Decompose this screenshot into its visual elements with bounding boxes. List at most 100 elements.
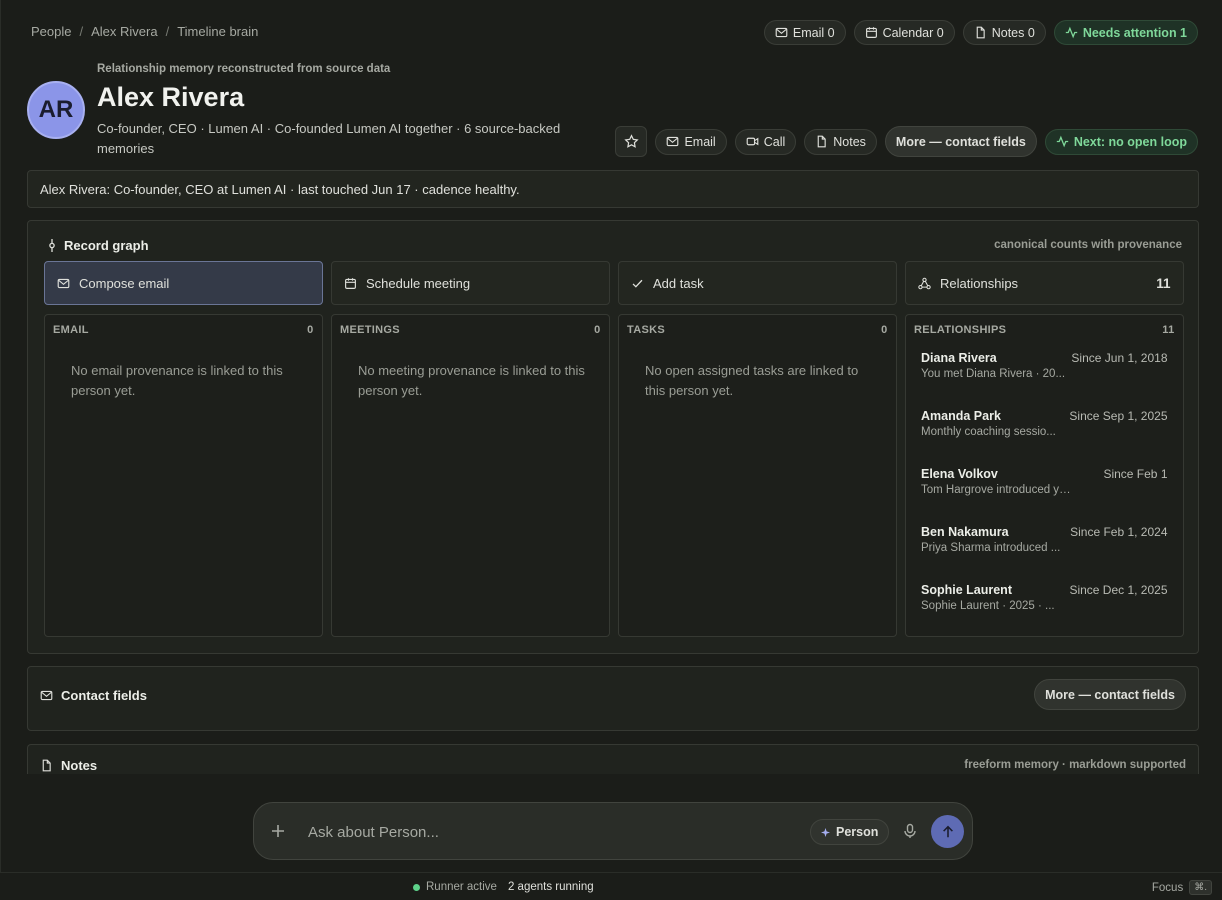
send-button[interactable]	[931, 815, 964, 848]
meetings-column-count: 0	[594, 324, 601, 336]
notes-title: Notes	[40, 758, 97, 773]
relationship-name: Sophie Laurent	[921, 583, 1012, 597]
meetings-column: MEETINGS 0 No meeting provenance is link…	[331, 314, 610, 637]
needs-attention-chip[interactable]: Needs attention 1	[1053, 20, 1198, 45]
relationship-description: Sophie Laurent · 2025 · ...	[921, 600, 1055, 612]
compose-email-label: Compose email	[79, 275, 170, 291]
schedule-meeting-label: Schedule meeting	[366, 275, 471, 291]
page-title: Alex Rivera	[97, 82, 245, 112]
video-icon	[746, 135, 759, 148]
next-action-label: Next: no open loop	[1073, 134, 1187, 149]
app-window: People / Alex Rivera / Timeline brain Em…	[0, 0, 1222, 872]
breadcrumb: People / Alex Rivera / Timeline brain	[31, 24, 258, 39]
status-bar: Runner active 2 agents running Focus ⌘.	[0, 872, 1222, 900]
breadcrumb-separator: /	[165, 24, 170, 39]
favorite-button[interactable]	[615, 126, 648, 157]
relationship-item[interactable]: Amanda Park Since Sep 1, 2025 Monthly co…	[921, 409, 1168, 467]
email-column: EMAIL 0 No email provenance is linked to…	[44, 314, 323, 637]
header-actions: Email Call Notes More — contact fields N…	[615, 126, 1198, 157]
notes-button-label: Notes	[833, 134, 866, 149]
mail-icon	[775, 26, 788, 39]
notes-count-label: Notes 0	[991, 25, 1035, 40]
relationship-description: You met Diana Rivera · 20...	[921, 368, 1066, 380]
contact-fields-section: Contact fields More — contact fields	[27, 666, 1199, 731]
scope-person-label: Person	[836, 825, 879, 839]
agents-running-label: 2 agents running	[507, 881, 594, 893]
calendar-icon	[344, 277, 357, 290]
activity-icon	[1056, 135, 1069, 148]
quick-action-tiles: Compose email Schedule meeting Add task …	[44, 261, 1184, 305]
more-contact-fields-section-button[interactable]: More — contact fields	[1034, 679, 1186, 710]
email-button[interactable]: Email	[655, 128, 727, 155]
tasks-column-header: TASKS 0	[627, 324, 888, 336]
meetings-empty-state: No meeting provenance is linked to this …	[358, 363, 585, 398]
tasks-column-count: 0	[881, 324, 888, 336]
call-button[interactable]: Call	[734, 128, 797, 155]
relationship-since: Since Sep 1, 2025	[1069, 409, 1168, 423]
email-count-chip[interactable]: Email 0	[763, 20, 846, 45]
avatar: AR	[27, 81, 85, 139]
schedule-meeting-tile[interactable]: Schedule meeting	[331, 261, 610, 305]
meetings-column-label: MEETINGS	[340, 324, 400, 336]
relationship-since: Since Dec 1, 2025	[1069, 583, 1168, 597]
relationship-description: Monthly coaching sessio...	[921, 426, 1056, 438]
file-icon	[40, 759, 53, 772]
scope-person-chip[interactable]: Person	[810, 819, 890, 845]
email-column-count: 0	[307, 324, 314, 336]
breadcrumb-people[interactable]: People	[31, 24, 71, 39]
microphone-icon[interactable]	[902, 823, 918, 839]
relationship-item[interactable]: Diana Rivera Since Jun 1, 2018 You met D…	[921, 351, 1168, 409]
relationship-item[interactable]: Elena Volkov Since Feb 1 Tom Hargrove in…	[921, 467, 1168, 525]
breadcrumb-separator: /	[79, 24, 84, 39]
notes-title-text: Notes	[61, 758, 98, 773]
relationships-tile[interactable]: Relationships 11	[905, 261, 1184, 305]
relationship-item[interactable]: Ben Nakamura Since Feb 1, 2024 Priya Sha…	[921, 525, 1168, 583]
relationship-list: Diana Rivera Since Jun 1, 2018 You met D…	[921, 351, 1168, 636]
breadcrumb-person[interactable]: Alex Rivera	[91, 24, 157, 39]
relationships-column-count: 11	[1162, 324, 1175, 336]
relationship-item-header: Ben Nakamura Since Feb 1, 2024	[921, 525, 1168, 539]
focus-toggle[interactable]: Focus ⌘.	[1152, 880, 1212, 895]
compose-email-tile[interactable]: Compose email	[44, 261, 323, 305]
file-icon	[974, 26, 987, 39]
relationship-item[interactable]: Sophie Laurent Since Dec 1, 2025 Sophie …	[921, 583, 1168, 636]
notes-button[interactable]: Notes	[804, 128, 877, 155]
contact-fields-title-text: Contact fields	[61, 688, 147, 703]
mail-icon	[40, 689, 53, 702]
focus-shortcut: ⌘.	[1189, 880, 1212, 895]
add-task-label: Add task	[653, 275, 704, 291]
email-column-label: EMAIL	[53, 324, 89, 336]
notes-meta: freeform memory · markdown supported	[964, 759, 1186, 771]
relationship-item-header: Sophie Laurent Since Dec 1, 2025	[921, 583, 1168, 597]
email-button-label: Email	[684, 134, 716, 149]
notes-count-chip[interactable]: Notes 0	[962, 20, 1046, 45]
relationships-count: 11	[1156, 275, 1171, 291]
relationships-column: RELATIONSHIPS 11 Diana Rivera Since Jun …	[905, 314, 1184, 637]
status-dot-icon	[413, 883, 420, 891]
check-icon	[631, 277, 644, 290]
next-action-button[interactable]: Next: no open loop	[1044, 128, 1198, 155]
ask-composer: Person	[253, 802, 973, 860]
relationship-name: Ben Nakamura	[921, 525, 1009, 539]
relationships-column-label: RELATIONSHIPS	[914, 324, 1007, 336]
relationship-description: Priya Sharma introduced ...	[921, 542, 1061, 554]
relationship-item-header: Diana Rivera Since Jun 1, 2018	[921, 351, 1168, 365]
relationship-since: Since Feb 1	[1103, 467, 1168, 481]
calendar-count-chip[interactable]: Calendar 0	[853, 20, 955, 45]
meetings-column-header: MEETINGS 0	[340, 324, 601, 336]
more-contact-fields-button[interactable]: More — contact fields	[884, 126, 1037, 157]
relationship-since: Since Feb 1, 2024	[1070, 525, 1168, 539]
ask-input[interactable]	[308, 818, 748, 846]
network-icon	[918, 277, 931, 290]
mail-icon	[666, 135, 679, 148]
tasks-column: TASKS 0 No open assigned tasks are linke…	[618, 314, 897, 637]
plus-icon[interactable]	[270, 823, 286, 839]
email-empty-state: No email provenance is linked to this pe…	[71, 363, 283, 398]
person-summary: Alex Rivera: Co-founder, CEO at Lumen AI…	[27, 170, 1199, 208]
arrow-up-icon	[941, 825, 955, 839]
relationships-label: Relationships	[940, 275, 1019, 291]
runner-status-label: Runner active	[426, 881, 497, 893]
relationship-item-header: Elena Volkov Since Feb 1	[921, 467, 1168, 481]
runner-status[interactable]: Runner active 2 agents running	[413, 881, 594, 893]
add-task-tile[interactable]: Add task	[618, 261, 897, 305]
